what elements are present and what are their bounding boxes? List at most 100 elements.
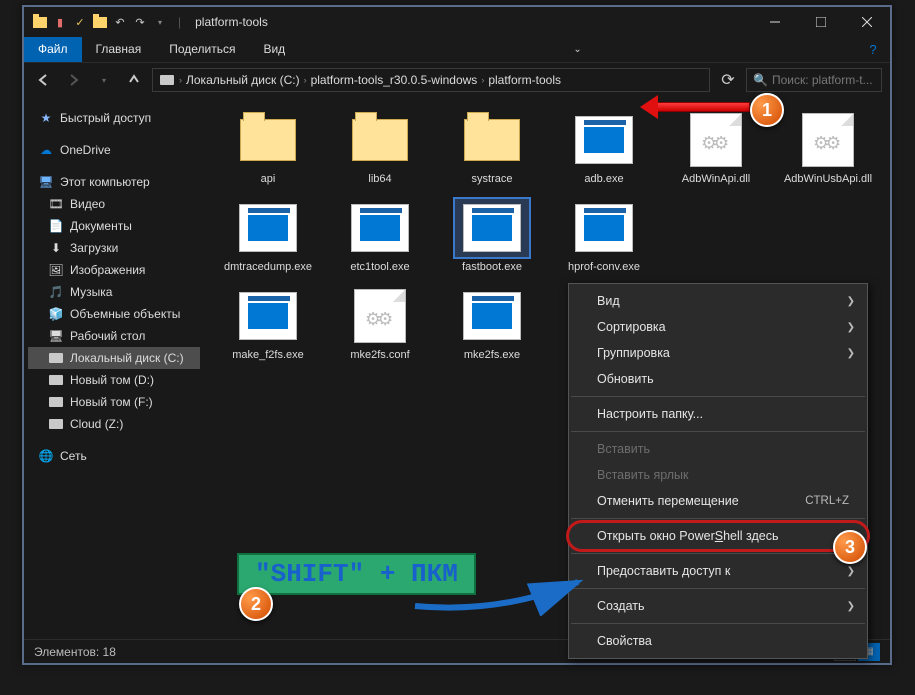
ctx-label: Группировка bbox=[597, 346, 670, 360]
breadcrumb-seg[interactable]: platform-tools_r30.0.5-windows bbox=[311, 73, 478, 87]
minimize-button[interactable] bbox=[752, 7, 798, 37]
sidebar-label: OneDrive bbox=[60, 143, 111, 157]
file-item[interactable]: dmtracedump.exe bbox=[214, 199, 322, 275]
ctx-give-access[interactable]: Предоставить доступ к❯ bbox=[569, 558, 867, 584]
sidebar-item[interactable]: 🖼Изображения bbox=[28, 259, 200, 281]
file-name: etc1tool.exe bbox=[350, 261, 409, 275]
star-icon: ★ bbox=[38, 110, 54, 126]
sidebar-item[interactable]: 🎞Видео bbox=[28, 193, 200, 215]
titlebar: ▮ ✓ ↶ ↷ ▾ | platform-tools bbox=[24, 7, 890, 37]
chevron-right-icon: ❯ bbox=[847, 566, 855, 577]
ctx-label: Свойства bbox=[597, 634, 652, 648]
undo-icon[interactable]: ↶ bbox=[112, 14, 128, 30]
close-button[interactable] bbox=[844, 7, 890, 37]
ctx-customize[interactable]: Настроить папку... bbox=[569, 401, 867, 427]
nav-history-icon[interactable]: ▾ bbox=[92, 68, 116, 92]
qat-new-icon[interactable]: ✓ bbox=[72, 14, 88, 30]
sidebar-icon bbox=[48, 372, 64, 388]
ctx-view[interactable]: Вид❯ bbox=[569, 288, 867, 314]
file-item[interactable]: adb.exe bbox=[550, 111, 658, 187]
sidebar-icon: 🎵 bbox=[48, 284, 64, 300]
file-thumb: ⚙⚙ bbox=[791, 111, 865, 169]
file-item[interactable]: systrace bbox=[438, 111, 546, 187]
status-count: Элементов: 18 bbox=[34, 645, 116, 659]
file-thumb: ⚙⚙ bbox=[679, 111, 753, 169]
ctx-refresh[interactable]: Обновить bbox=[569, 366, 867, 392]
annotation-badge-1: 1 bbox=[750, 93, 784, 127]
nav-back-button[interactable] bbox=[32, 68, 56, 92]
file-item[interactable]: mke2fs.exe bbox=[438, 287, 546, 363]
file-thumb bbox=[231, 199, 305, 257]
chevron-right-icon: ❯ bbox=[847, 322, 855, 333]
sidebar-item[interactable]: ⬇Загрузки bbox=[28, 237, 200, 259]
sidebar-quick-access[interactable]: ★ Быстрый доступ bbox=[28, 107, 200, 129]
sidebar-label: Быстрый доступ bbox=[60, 111, 151, 125]
search-placeholder: Поиск: platform-t... bbox=[772, 73, 873, 87]
ctx-powershell[interactable]: Открыть окно PowerShell здесь bbox=[569, 523, 867, 549]
ribbon: Файл Главная Поделиться Вид ⌄ ? bbox=[24, 37, 890, 63]
sidebar-icon: ⬇ bbox=[48, 240, 64, 256]
tab-home[interactable]: Главная bbox=[82, 37, 156, 62]
ctx-group[interactable]: Группировка❯ bbox=[569, 340, 867, 366]
nav-up-button[interactable] bbox=[122, 68, 146, 92]
breadcrumb-seg[interactable]: Локальный диск (C:) bbox=[186, 73, 300, 87]
file-name: fastboot.exe bbox=[462, 261, 522, 275]
redo-icon[interactable]: ↷ bbox=[132, 14, 148, 30]
nav-forward-button[interactable] bbox=[62, 68, 86, 92]
breadcrumb[interactable]: › Локальный диск (C:) › platform-tools_r… bbox=[152, 68, 710, 92]
file-item[interactable]: ⚙⚙AdbWinApi.dll bbox=[662, 111, 770, 187]
qat-props-icon[interactable]: ▮ bbox=[52, 14, 68, 30]
ribbon-expand-icon[interactable]: ⌄ bbox=[561, 37, 595, 62]
sidebar-icon: 📄 bbox=[48, 218, 64, 234]
file-item[interactable]: etc1tool.exe bbox=[326, 199, 434, 275]
tab-file[interactable]: Файл bbox=[24, 37, 82, 62]
maximize-button[interactable] bbox=[798, 7, 844, 37]
ctx-undo[interactable]: Отменить перемещениеCTRL+Z bbox=[569, 488, 867, 514]
file-item[interactable]: hprof-conv.exe bbox=[550, 199, 658, 275]
sidebar-item[interactable]: Новый том (F:) bbox=[28, 391, 200, 413]
cloud-icon: ☁ bbox=[38, 142, 54, 158]
file-item[interactable]: ⚙⚙AdbWinUsbApi.dll bbox=[774, 111, 882, 187]
sidebar-network[interactable]: 🌐Сеть bbox=[28, 445, 200, 467]
annotation-caption: "SHIFT" + ПКМ bbox=[237, 553, 476, 595]
chevron-right-icon: ❯ bbox=[847, 601, 855, 612]
file-thumb bbox=[455, 111, 529, 169]
qat-dropdown-icon[interactable]: ▾ bbox=[152, 14, 168, 30]
tab-view[interactable]: Вид bbox=[249, 37, 299, 62]
ctx-label: Настроить папку... bbox=[597, 407, 703, 421]
ctx-label: Вид bbox=[597, 294, 620, 308]
sidebar-item[interactable]: Новый том (D:) bbox=[28, 369, 200, 391]
file-name: api bbox=[261, 173, 276, 187]
ctx-properties[interactable]: Свойства bbox=[569, 628, 867, 654]
sidebar-onedrive[interactable]: ☁ OneDrive bbox=[28, 139, 200, 161]
tab-share[interactable]: Поделиться bbox=[155, 37, 249, 62]
qat-folder-icon[interactable] bbox=[92, 14, 108, 30]
ctx-create[interactable]: Создать❯ bbox=[569, 593, 867, 619]
sidebar-item[interactable]: Локальный диск (C:) bbox=[28, 347, 200, 369]
sidebar-item[interactable]: 🧊Объемные объекты bbox=[28, 303, 200, 325]
ctx-paste: Вставить bbox=[569, 436, 867, 462]
breadcrumb-seg[interactable]: platform-tools bbox=[488, 73, 561, 87]
sidebar-icon bbox=[48, 416, 64, 432]
refresh-button[interactable]: ⟳ bbox=[716, 68, 740, 92]
help-icon[interactable]: ? bbox=[856, 37, 890, 62]
sidebar-item[interactable]: 🖥Рабочий стол bbox=[28, 325, 200, 347]
file-item[interactable]: fastboot.exe bbox=[438, 199, 546, 275]
sidebar-item[interactable]: 📄Документы bbox=[28, 215, 200, 237]
file-item[interactable]: ⚙⚙mke2fs.conf bbox=[326, 287, 434, 363]
sidebar-this-pc[interactable]: 🖥Этот компьютер bbox=[28, 171, 200, 193]
file-item[interactable]: make_f2fs.exe bbox=[214, 287, 322, 363]
context-menu: Вид❯ Сортировка❯ Группировка❯ Обновить Н… bbox=[568, 283, 868, 659]
file-item[interactable]: lib64 bbox=[326, 111, 434, 187]
pc-icon: 🖥 bbox=[38, 174, 54, 190]
chevron-icon: › bbox=[304, 75, 307, 85]
ctx-label: Открыть окно PowerShell здесь bbox=[597, 529, 779, 543]
file-item[interactable]: api bbox=[214, 111, 322, 187]
search-input[interactable]: 🔍 Поиск: platform-t... bbox=[746, 68, 882, 92]
window-title: platform-tools bbox=[195, 15, 268, 29]
sidebar-item[interactable]: 🎵Музыка bbox=[28, 281, 200, 303]
sidebar-item[interactable]: Cloud (Z:) bbox=[28, 413, 200, 435]
ctx-sort[interactable]: Сортировка❯ bbox=[569, 314, 867, 340]
sidebar-icon: 🖼 bbox=[48, 262, 64, 278]
sidebar-label: Видео bbox=[70, 197, 105, 211]
